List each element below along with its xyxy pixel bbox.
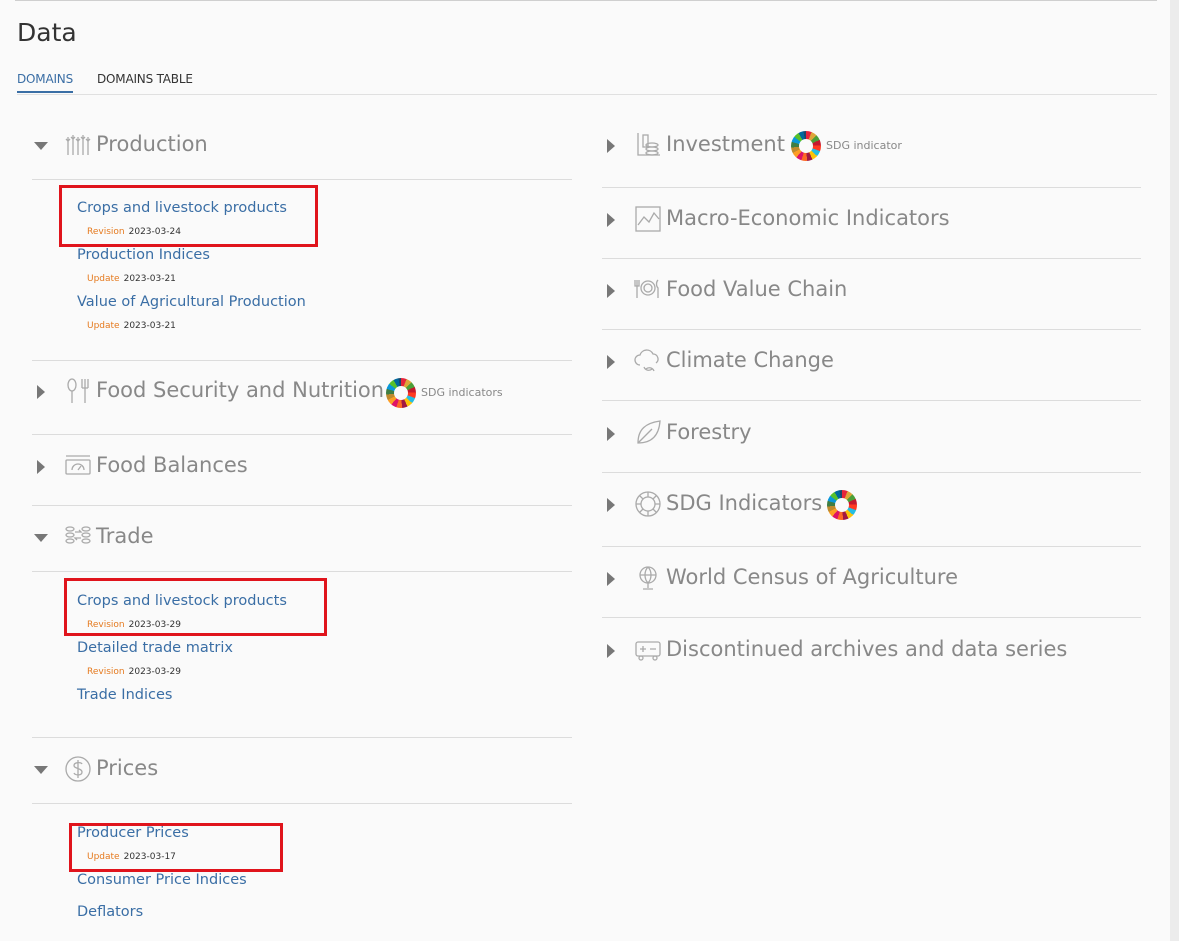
link-production-indices[interactable]: Production Indices <box>77 247 210 263</box>
divider <box>32 737 572 738</box>
section-label[interactable]: World Census of Agriculture <box>666 565 958 589</box>
fork-knife-icon <box>64 377 94 407</box>
update-meta: Update 2023-03-17 <box>87 852 176 862</box>
tab-domains[interactable]: DOMAINS <box>17 72 73 93</box>
divider <box>602 546 1141 547</box>
section-production[interactable]: Production <box>34 131 574 161</box>
divider <box>32 505 572 506</box>
dollar-coin-icon <box>64 755 94 785</box>
scale-icon <box>64 452 94 482</box>
chevron-right-icon[interactable] <box>607 498 615 512</box>
section-label[interactable]: Prices <box>96 756 158 780</box>
section-trade[interactable]: Trade <box>34 523 574 553</box>
update-meta: Update 2023-03-21 <box>87 274 176 284</box>
chevron-right-icon[interactable] <box>607 644 615 658</box>
section-label[interactable]: Trade <box>96 524 154 548</box>
section-label[interactable]: Macro-Economic Indicators <box>666 206 950 230</box>
divider <box>602 617 1141 618</box>
section-food-value-chain[interactable]: Food Value Chain <box>604 276 1144 306</box>
trade-arrows-icon <box>64 523 94 553</box>
chevron-right-icon[interactable] <box>37 385 45 399</box>
section-macro-economic[interactable]: Macro-Economic Indicators <box>604 205 1144 235</box>
sdg-label: SDG indicators <box>421 386 503 399</box>
link-detailed-trade-matrix[interactable]: Detailed trade matrix <box>77 640 233 656</box>
chevron-down-icon[interactable] <box>34 534 48 542</box>
chevron-right-icon[interactable] <box>607 213 615 227</box>
sdg-label: SDG indicator <box>826 139 902 152</box>
chevron-down-icon[interactable] <box>34 766 48 774</box>
link-value-agricultural-production[interactable]: Value of Agricultural Production <box>77 294 306 310</box>
link-trade-indices[interactable]: Trade Indices <box>77 687 172 703</box>
section-world-census[interactable]: World Census of Agriculture <box>604 564 1144 594</box>
section-food-balances[interactable]: Food Balances <box>34 452 574 482</box>
link-crops-livestock-trade[interactable]: Crops and livestock products <box>77 593 287 609</box>
archive-box-icon <box>634 636 664 666</box>
update-meta: Revision 2023-03-24 <box>87 227 181 237</box>
divider <box>602 472 1141 473</box>
coins-stack-icon <box>634 131 664 161</box>
section-label[interactable]: Climate Change <box>666 348 834 372</box>
update-meta: Update 2023-03-21 <box>87 321 176 331</box>
highlight-box <box>59 185 318 247</box>
page-title: Data <box>17 18 77 47</box>
divider <box>602 329 1141 330</box>
divider <box>602 258 1141 259</box>
sdg-wheel-icon <box>791 131 821 161</box>
link-deflators[interactable]: Deflators <box>77 904 143 920</box>
section-label[interactable]: Food Value Chain <box>666 277 847 301</box>
chevron-right-icon[interactable] <box>607 572 615 586</box>
divider <box>32 571 572 572</box>
tab-bar: DOMAINS DOMAINS TABLE <box>17 72 1157 95</box>
wheat-icon <box>64 131 94 161</box>
chevron-down-icon[interactable] <box>34 142 48 150</box>
sdg-ring-icon <box>634 490 664 520</box>
section-prices[interactable]: Prices <box>34 755 574 785</box>
line-chart-icon <box>634 205 664 235</box>
section-sdg-indicators[interactable]: SDG Indicators <box>604 490 1144 520</box>
chevron-right-icon[interactable] <box>607 284 615 298</box>
section-forestry[interactable]: Forestry <box>604 419 1144 449</box>
link-producer-prices[interactable]: Producer Prices <box>77 825 189 841</box>
sdg-wheel-icon <box>827 490 857 520</box>
top-border <box>15 0 1157 1</box>
section-climate-change[interactable]: Climate Change <box>604 347 1144 377</box>
divider <box>32 803 572 804</box>
section-discontinued[interactable]: Discontinued archives and data series <box>604 636 1144 666</box>
divider <box>32 179 572 180</box>
section-label[interactable]: SDG Indicators <box>666 491 822 515</box>
section-label[interactable]: Discontinued archives and data series <box>666 637 1067 661</box>
section-label[interactable]: Forestry <box>666 420 752 444</box>
scrollbar-track[interactable] <box>1170 0 1179 941</box>
link-consumer-price-indices[interactable]: Consumer Price Indices <box>77 872 247 888</box>
section-label[interactable]: Food Security and Nutrition <box>96 378 384 402</box>
chevron-right-icon[interactable] <box>607 355 615 369</box>
divider <box>602 400 1141 401</box>
leaf-icon <box>634 419 664 449</box>
tab-domains-table[interactable]: DOMAINS TABLE <box>97 72 193 91</box>
divider <box>32 434 572 435</box>
divider <box>32 360 572 361</box>
chevron-right-icon[interactable] <box>607 427 615 441</box>
plate-cutlery-icon <box>634 276 664 306</box>
cloud-cycle-icon <box>634 347 664 377</box>
section-label[interactable]: Production <box>96 132 208 156</box>
chevron-right-icon[interactable] <box>607 139 615 153</box>
chevron-right-icon[interactable] <box>37 460 45 474</box>
section-label[interactable]: Investment <box>666 132 785 156</box>
link-crops-livestock-production[interactable]: Crops and livestock products <box>77 200 287 216</box>
divider <box>602 187 1141 188</box>
globe-icon <box>634 564 664 594</box>
update-meta: Revision 2023-03-29 <box>87 620 181 630</box>
section-label[interactable]: Food Balances <box>96 453 248 477</box>
sdg-wheel-icon <box>386 378 416 408</box>
update-meta: Revision 2023-03-29 <box>87 667 181 677</box>
